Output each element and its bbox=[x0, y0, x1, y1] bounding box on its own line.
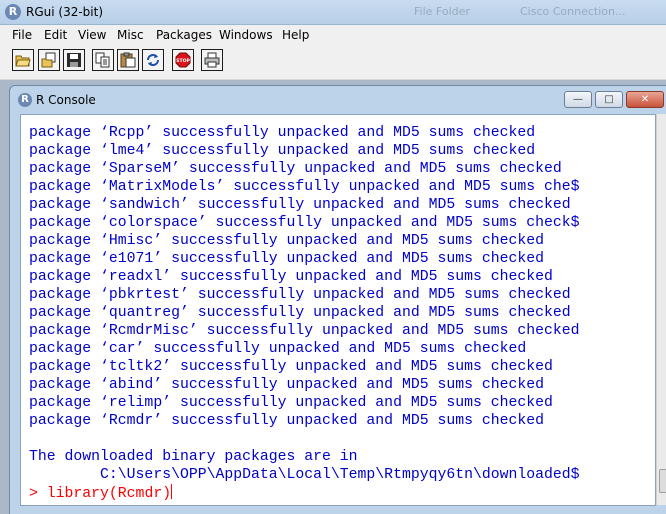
open-script-button[interactable] bbox=[12, 49, 34, 71]
console-line: package ‘tcltk2’ successfully unpacked a… bbox=[29, 359, 553, 375]
console-output[interactable]: package ‘Rcpp’ successfully unpacked and… bbox=[20, 114, 656, 506]
console-line: package ‘SparseM’ successfully unpacked … bbox=[29, 161, 562, 177]
console-line: package ‘Rcpp’ successfully unpacked and… bbox=[29, 125, 536, 141]
open-script-icon bbox=[15, 55, 31, 67]
vertical-scrollbar[interactable] bbox=[656, 114, 666, 505]
text-cursor bbox=[171, 484, 173, 499]
console-line: package ‘colorspace’ successfully unpack… bbox=[29, 215, 580, 231]
menu-windows[interactable]: Windows bbox=[219, 27, 273, 43]
paste-button[interactable] bbox=[117, 49, 139, 71]
menu-view[interactable]: View bbox=[78, 27, 106, 43]
close-button[interactable]: ✕ bbox=[626, 91, 664, 108]
stop-label: STOP bbox=[176, 58, 190, 64]
menu-packages[interactable]: Packages bbox=[156, 27, 212, 43]
menu-edit[interactable]: Edit bbox=[44, 27, 67, 43]
console-line: package ‘readxl’ successfully unpacked a… bbox=[29, 269, 553, 285]
console-input-line[interactable]: > library(Rcmdr) bbox=[29, 484, 580, 502]
background-ghost-text: File Folder bbox=[414, 5, 470, 18]
maximize-icon: □ bbox=[604, 94, 614, 105]
copy-paste-button[interactable] bbox=[142, 49, 164, 71]
console-line: C:\Users\OPP\AppData\Local\Temp\Rtmpyqy6… bbox=[29, 467, 580, 483]
paste-icon bbox=[120, 52, 136, 68]
close-icon: ✕ bbox=[640, 94, 650, 105]
menu-misc[interactable]: Misc bbox=[117, 27, 144, 43]
console-line: package ‘Rcmdr’ successfully unpacked an… bbox=[29, 413, 545, 429]
menu-help[interactable]: Help bbox=[282, 27, 309, 43]
r-console-icon: R bbox=[18, 93, 32, 107]
console-line: package ‘e1071’ successfully unpacked an… bbox=[29, 251, 545, 267]
copy-icon bbox=[95, 52, 110, 68]
console-line: package ‘pbkrtest’ successfully unpacked… bbox=[29, 287, 571, 303]
console-line: package ‘RcmdrMisc’ successfully unpacke… bbox=[29, 323, 580, 339]
console-line: The downloaded binary packages are in bbox=[29, 449, 358, 465]
stop-icon: STOP bbox=[175, 52, 191, 68]
window-title: RGui (32-bit) bbox=[26, 5, 104, 19]
r-logo-icon: R bbox=[5, 4, 21, 20]
console-title: R Console bbox=[36, 93, 96, 107]
console-input[interactable]: library(Rcmdr) bbox=[47, 486, 171, 502]
stop-button[interactable]: STOP bbox=[172, 49, 194, 71]
console-line: package ‘relimp’ successfully unpacked a… bbox=[29, 395, 553, 411]
copy-button[interactable] bbox=[92, 49, 114, 71]
console-line: package ‘Hmisc’ successfully unpacked an… bbox=[29, 233, 545, 249]
rgui-app: R RGui (32-bit) File Folder Cisco Connec… bbox=[0, 0, 666, 514]
minimize-icon: — bbox=[573, 94, 583, 105]
console-line: package ‘lme4’ successfully unpacked and… bbox=[29, 143, 536, 159]
r-console-window[interactable]: R R Console — □ ✕ package ‘Rcpp’ success… bbox=[9, 85, 666, 514]
save-workspace-icon bbox=[67, 53, 81, 67]
minimize-button[interactable]: — bbox=[564, 91, 592, 108]
load-workspace-icon bbox=[41, 52, 56, 68]
maximize-button[interactable]: □ bbox=[595, 91, 623, 108]
load-workspace-button[interactable] bbox=[38, 49, 60, 71]
print-button[interactable] bbox=[201, 49, 223, 71]
save-workspace-button[interactable] bbox=[63, 49, 85, 71]
console-line: package ‘sandwich’ successfully unpacked… bbox=[29, 197, 571, 213]
console-line: package ‘car’ successfully unpacked and … bbox=[29, 341, 527, 357]
menu-file[interactable]: File bbox=[12, 27, 32, 43]
copy-paste-icon bbox=[147, 54, 159, 66]
console-line: package ‘MatrixModels’ successfully unpa… bbox=[29, 179, 580, 195]
background-ghost-text: Cisco Connection... bbox=[520, 5, 626, 18]
console-lines: package ‘Rcpp’ successfully unpacked and… bbox=[29, 124, 580, 502]
print-icon bbox=[204, 52, 220, 68]
menu-bar: File Edit View Misc Packages Windows Hel… bbox=[0, 25, 666, 45]
console-line: package ‘quantreg’ successfully unpacked… bbox=[29, 305, 571, 321]
console-line: package ‘abind’ successfully unpacked an… bbox=[29, 377, 545, 393]
title-bar[interactable]: R RGui (32-bit) File Folder Cisco Connec… bbox=[0, 0, 666, 25]
toolbar: STOP bbox=[0, 45, 666, 80]
scrollbar-thumb[interactable] bbox=[659, 469, 666, 493]
console-prompt: > bbox=[29, 486, 47, 502]
